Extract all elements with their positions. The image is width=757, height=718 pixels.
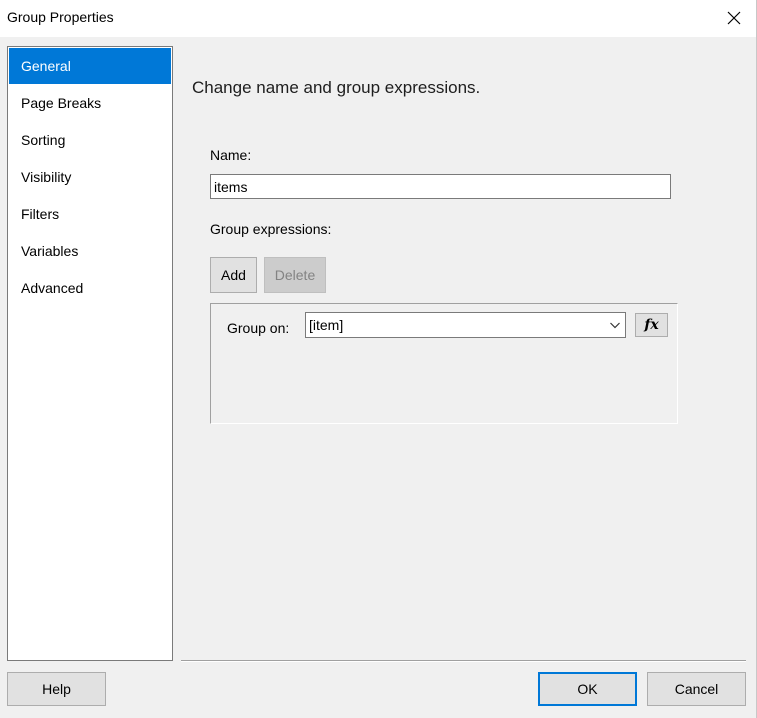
- sidebar-item-visibility[interactable]: Visibility: [9, 159, 171, 195]
- name-label: Name:: [210, 147, 252, 163]
- expression-button[interactable]: fx: [635, 313, 668, 337]
- group-on-select[interactable]: [item]: [305, 312, 626, 338]
- ok-button[interactable]: OK: [538, 672, 637, 706]
- group-expressions-label: Group expressions:: [210, 221, 332, 237]
- sidebar-item-label: Variables: [21, 243, 79, 259]
- group-on-value: [item]: [309, 317, 344, 333]
- sidebar-item-label: Sorting: [21, 132, 66, 148]
- cancel-button[interactable]: Cancel: [647, 672, 746, 706]
- fx-icon: fx: [644, 317, 659, 333]
- sidebar-item-label: Visibility: [21, 169, 72, 185]
- sidebar-item-label: Filters: [21, 206, 60, 222]
- title-bar: Group Properties: [0, 0, 756, 37]
- sidebar: General Page Breaks Sorting Visibility F…: [7, 46, 173, 661]
- chevron-down-icon: [610, 322, 620, 329]
- close-icon: [727, 11, 741, 25]
- sidebar-item-label: General: [21, 58, 71, 74]
- sidebar-item-page-breaks[interactable]: Page Breaks: [9, 85, 171, 121]
- add-button[interactable]: Add: [210, 257, 257, 293]
- sidebar-item-advanced[interactable]: Advanced: [9, 270, 171, 306]
- group-properties-dialog: Group Properties General Page Breaks Sor…: [0, 0, 757, 718]
- sidebar-item-label: Page Breaks: [21, 95, 102, 111]
- name-input[interactable]: [210, 174, 671, 199]
- footer-divider: [181, 660, 746, 662]
- sidebar-item-label: Advanced: [21, 280, 84, 296]
- close-button[interactable]: [719, 4, 749, 32]
- sidebar-item-variables[interactable]: Variables: [9, 233, 171, 269]
- page-heading: Change name and group expressions.: [192, 78, 481, 97]
- delete-button[interactable]: Delete: [264, 257, 326, 293]
- help-button[interactable]: Help: [7, 672, 106, 706]
- sidebar-item-sorting[interactable]: Sorting: [9, 122, 171, 158]
- window-title: Group Properties: [7, 9, 114, 25]
- group-on-label: Group on:: [227, 320, 290, 336]
- sidebar-item-filters[interactable]: Filters: [9, 196, 171, 232]
- sidebar-item-general[interactable]: General: [9, 48, 171, 84]
